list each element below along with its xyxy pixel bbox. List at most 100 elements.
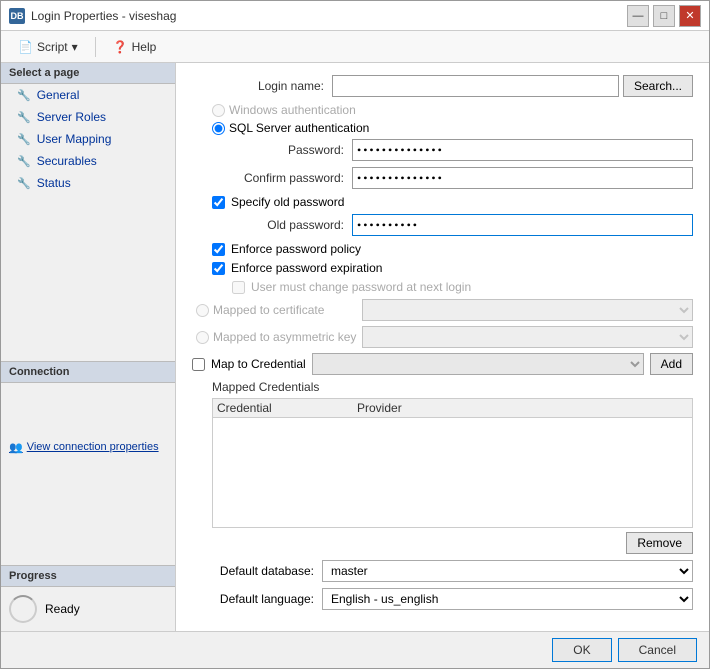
script-button[interactable]: 📄 Script ▾	[9, 36, 87, 58]
sidebar-item-user-mapping[interactable]: 🔧 User Mapping	[1, 128, 175, 150]
login-name-label: Login name:	[192, 79, 332, 93]
windows-auth-row: Windows authentication	[212, 103, 693, 117]
maximize-button[interactable]: □	[653, 5, 675, 27]
map-to-credential-label: Map to Credential	[211, 357, 306, 371]
sidebar-item-securables[interactable]: 🔧 Securables	[1, 150, 175, 172]
enforce-expiration-label: Enforce password expiration	[231, 261, 382, 275]
confirm-password-label: Confirm password:	[212, 171, 352, 185]
sidebar: Select a page 🔧 General 🔧 Server Roles 🔧…	[1, 63, 176, 631]
default-language-label: Default language:	[192, 592, 322, 606]
mapped-credentials-section: Mapped Credentials Credential Provider R…	[212, 380, 693, 554]
general-icon: 🔧	[17, 89, 31, 102]
default-database-row: Default database: master	[192, 560, 693, 582]
mapped-key-row: Mapped to asymmetric key	[192, 326, 693, 348]
title-bar: DB Login Properties - viseshag — □ ✕	[1, 1, 709, 31]
login-name-input[interactable]	[332, 75, 619, 97]
old-password-input[interactable]	[352, 214, 693, 236]
enforce-policy-label: Enforce password policy	[231, 242, 361, 256]
sidebar-item-status[interactable]: 🔧 Status	[1, 172, 175, 194]
enforce-policy-checkbox[interactable]	[212, 243, 225, 256]
password-label: Password:	[212, 143, 352, 157]
connection-content: 👥 View connection properties	[1, 383, 175, 566]
connection-section: Connection	[1, 361, 175, 383]
toolbar-separator	[95, 37, 96, 57]
provider-column-header: Provider	[357, 401, 688, 415]
login-name-row: Login name: Search...	[192, 75, 693, 97]
must-change-checkbox[interactable]	[232, 281, 245, 294]
default-database-select[interactable]: master	[322, 560, 693, 582]
sidebar-spacer	[1, 194, 175, 361]
map-to-credential-row: Map to Credential Add	[192, 353, 693, 375]
toolbar: 📄 Script ▾ ❓ Help	[1, 31, 709, 63]
mapped-key-radio[interactable]	[196, 331, 209, 344]
help-button[interactable]: ❓ Help	[104, 36, 166, 58]
sidebar-item-general[interactable]: 🔧 General	[1, 84, 175, 106]
default-database-label: Default database:	[192, 564, 322, 578]
select-page-section: Select a page	[1, 63, 175, 84]
add-credential-button[interactable]: Add	[650, 353, 693, 375]
specify-old-password-label: Specify old password	[231, 195, 344, 209]
ready-label: Ready	[45, 602, 80, 616]
window-title: Login Properties - viseshag	[31, 9, 176, 23]
close-button[interactable]: ✕	[679, 5, 701, 27]
specify-old-password-checkbox[interactable]	[212, 196, 225, 209]
user-mapping-icon: 🔧	[17, 133, 31, 146]
enforce-expiration-checkbox[interactable]	[212, 262, 225, 275]
cancel-button[interactable]: Cancel	[618, 638, 697, 662]
password-input[interactable]	[352, 139, 693, 161]
must-change-row: User must change password at next login	[232, 280, 693, 294]
help-icon: ❓	[113, 40, 128, 54]
old-password-label: Old password:	[212, 218, 352, 232]
progress-section: Progress	[1, 565, 175, 587]
sql-auth-label: SQL Server authentication	[229, 121, 369, 135]
progress-spinner	[9, 595, 37, 623]
footer: OK Cancel	[1, 631, 709, 668]
sql-auth-radio[interactable]	[212, 122, 225, 135]
old-password-row: Old password:	[212, 214, 693, 236]
progress-content: Ready	[1, 587, 175, 631]
mapped-cert-row: Mapped to certificate	[192, 299, 693, 321]
enforce-policy-row: Enforce password policy	[212, 242, 693, 256]
cred-table-header: Credential Provider	[213, 399, 692, 418]
windows-auth-radio[interactable]	[212, 104, 225, 117]
default-language-select[interactable]: English - us_english	[322, 588, 693, 610]
script-icon: 📄	[18, 40, 33, 54]
securables-icon: 🔧	[17, 155, 31, 168]
title-bar-left: DB Login Properties - viseshag	[9, 8, 176, 24]
remove-button[interactable]: Remove	[626, 532, 693, 554]
main-panel: Login name: Search... Windows authentica…	[176, 63, 709, 631]
credentials-table: Credential Provider	[212, 398, 693, 528]
mapped-credentials-label: Mapped Credentials	[212, 380, 693, 394]
mapped-cert-label: Mapped to certificate	[213, 303, 324, 317]
ok-button[interactable]: OK	[552, 638, 611, 662]
sidebar-item-server-roles[interactable]: 🔧 Server Roles	[1, 106, 175, 128]
search-button[interactable]: Search...	[623, 75, 693, 97]
view-connection-link[interactable]: 👥 View connection properties	[9, 441, 159, 454]
window-icon: DB	[9, 8, 25, 24]
confirm-password-input[interactable]	[352, 167, 693, 189]
connection-icon: 👥	[9, 441, 23, 454]
main-window: DB Login Properties - viseshag — □ ✕ 📄 S…	[0, 0, 710, 669]
default-language-row: Default language: English - us_english	[192, 588, 693, 610]
confirm-password-row: Confirm password:	[212, 167, 693, 189]
must-change-label: User must change password at next login	[251, 280, 471, 294]
map-to-credential-checkbox[interactable]	[192, 358, 205, 371]
script-dropdown-icon: ▾	[72, 40, 78, 54]
mapped-key-label: Mapped to asymmetric key	[213, 330, 356, 344]
minimize-button[interactable]: —	[627, 5, 649, 27]
password-row: Password:	[212, 139, 693, 161]
status-icon: 🔧	[17, 177, 31, 190]
specify-old-password-row: Specify old password	[212, 195, 693, 209]
map-to-credential-select[interactable]	[312, 353, 644, 375]
enforce-expiration-row: Enforce password expiration	[212, 261, 693, 275]
mapped-cert-radio[interactable]	[196, 304, 209, 317]
windows-auth-label: Windows authentication	[229, 103, 356, 117]
server-roles-icon: 🔧	[17, 111, 31, 124]
mapped-cert-select[interactable]	[362, 299, 693, 321]
cred-table-body	[213, 418, 692, 518]
sql-auth-row: SQL Server authentication	[212, 121, 693, 135]
content-area: Select a page 🔧 General 🔧 Server Roles 🔧…	[1, 63, 709, 631]
title-controls: — □ ✕	[627, 5, 701, 27]
mapped-key-select[interactable]	[362, 326, 693, 348]
credential-column-header: Credential	[217, 401, 357, 415]
